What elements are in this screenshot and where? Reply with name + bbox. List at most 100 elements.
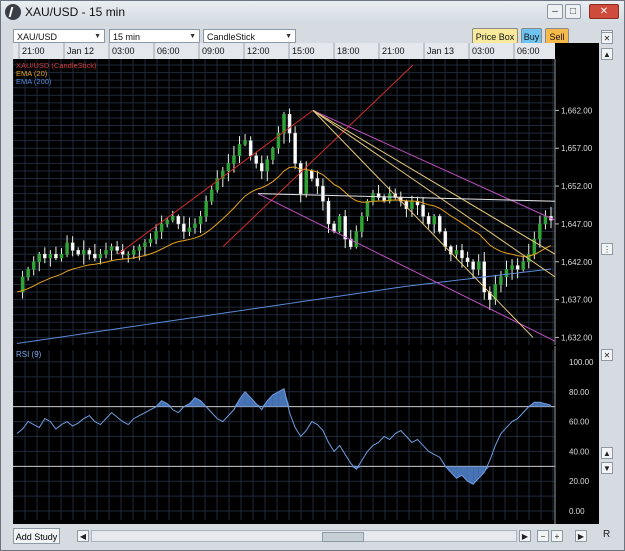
candle-body [298, 163, 303, 194]
time-tick-label: 09:00 [202, 46, 225, 56]
plus-icon[interactable]: + [551, 530, 563, 542]
symbol-select[interactable]: XAU/USD ▼ [13, 29, 105, 43]
chart-app-icon [5, 4, 21, 20]
candle-body [182, 223, 186, 232]
candle-body [43, 253, 47, 259]
close-icon[interactable]: ✕ [601, 349, 613, 361]
candle-body [148, 238, 153, 244]
candle-body [54, 253, 58, 259]
candle-body [337, 216, 342, 232]
candle-body [515, 265, 520, 270]
candle-body [426, 216, 431, 225]
price-tick-label: 1,632.00 [561, 333, 593, 342]
minimize-button[interactable]: – [547, 4, 563, 19]
window-title: XAU/USD - 15 min [25, 5, 126, 19]
candle-body [226, 163, 231, 172]
candle-body [365, 200, 370, 217]
price-tick-label: 1,637.00 [561, 296, 593, 305]
title-bar[interactable]: XAU/USD - 15 min – □ ✕ [1, 1, 624, 23]
up-arrow-icon[interactable]: ▲ [601, 48, 613, 60]
candle-body [237, 144, 242, 157]
buy-button[interactable]: Buy [521, 28, 542, 44]
candle-body [87, 250, 92, 255]
candle-body [271, 147, 275, 160]
scroll-thumb[interactable] [322, 532, 364, 542]
symbol-value: XAU/USD [17, 32, 58, 42]
time-tick-label: 12:00 [247, 46, 270, 56]
candle-body [315, 178, 320, 187]
time-tick-label: 03:00 [472, 46, 495, 56]
candle-body [137, 246, 142, 251]
chevron-down-icon: ▼ [189, 33, 196, 40]
candle-body [543, 216, 548, 225]
close-icon[interactable]: ✕ [601, 32, 613, 44]
candle-body [48, 253, 53, 259]
minus-icon[interactable]: − [537, 530, 549, 542]
candle-body [504, 269, 509, 278]
candle-body [432, 216, 436, 225]
time-tick-label: 06:00 [157, 46, 180, 56]
rsi-tick-label: 40.00 [569, 447, 590, 456]
horizontal-scrollbar[interactable] [91, 530, 517, 542]
candle-body [371, 193, 375, 202]
r-label: R [603, 529, 611, 540]
chart-style-select[interactable]: CandleStick ▼ [203, 29, 296, 43]
candle-body [354, 231, 359, 247]
candle-body [187, 227, 192, 232]
candle-body [104, 250, 108, 255]
candle-body [209, 189, 214, 202]
candle-body [93, 253, 97, 259]
close-button[interactable]: ✕ [589, 4, 619, 19]
time-tick-label: 21:00 [22, 46, 45, 56]
candle-body [410, 200, 414, 210]
rsi-tick-label: 60.00 [569, 418, 590, 427]
time-tick-label: 15:00 [292, 46, 315, 56]
rsi-tick-label: 0.00 [569, 507, 585, 516]
candle-body [59, 253, 64, 259]
candle-body [499, 276, 503, 285]
candle-body [438, 216, 442, 232]
candle-body [171, 216, 175, 221]
price-box-button[interactable]: Price Box [472, 28, 518, 44]
candle-body [321, 185, 325, 202]
scroll-right-icon[interactable]: ▶ [519, 530, 531, 542]
candle-body [454, 250, 459, 255]
price-tick-label: 1,642.00 [561, 258, 593, 267]
rsi-background [13, 346, 599, 524]
candle-body [115, 246, 119, 251]
price-chart[interactable]: 21:00 Jan 12 03:00 06:00 09:00 12:00 15:00 18:0… [13, 43, 599, 347]
rsi-chart[interactable]: 0.00 20.00 40.00 60.00 80.00 100.00 RSI (9) [13, 346, 599, 524]
chart-window: XAU/USD - 15 min – □ ✕ XAU/USD ▼ 15 min ▼ … [0, 0, 625, 551]
candle-body [176, 216, 181, 225]
rsi-overbought-fill [534, 402, 540, 407]
time-tick-label: Jan 13 [427, 46, 454, 56]
timeframe-select[interactable]: 15 min ▼ [109, 29, 200, 43]
down-arrow-icon[interactable]: ▼ [601, 462, 613, 474]
sell-button[interactable]: Sell [545, 28, 569, 44]
candle-body [282, 113, 286, 134]
rsi-tick-label: 100.00 [569, 358, 594, 367]
candle-body [510, 265, 514, 270]
candle-body [260, 163, 264, 172]
scroll-left-icon[interactable]: ◀ [77, 530, 89, 542]
rsi-title: RSI (9) [16, 350, 42, 359]
candle-body [126, 253, 130, 256]
candle-body [538, 223, 542, 240]
candle-body [293, 132, 297, 164]
candle-body [304, 170, 308, 194]
maximize-button[interactable]: □ [565, 4, 581, 19]
candle-body [287, 113, 292, 134]
candle-body [132, 250, 136, 255]
candle-body [465, 257, 470, 263]
add-study-button[interactable]: Add Study [13, 528, 60, 544]
candle-body [471, 261, 475, 270]
candle-body [443, 231, 448, 247]
grip-icon[interactable]: ⋮ [601, 243, 613, 255]
time-tick-label: 18:00 [337, 46, 360, 56]
scroll-end-icon[interactable]: ▶ [575, 530, 587, 542]
legend-entry: EMA (200) [16, 77, 52, 86]
candle-body [204, 200, 208, 217]
chart-style-value: CandleStick [207, 32, 256, 42]
up-arrow-icon[interactable]: ▲ [601, 447, 613, 459]
candle-body [248, 140, 253, 157]
